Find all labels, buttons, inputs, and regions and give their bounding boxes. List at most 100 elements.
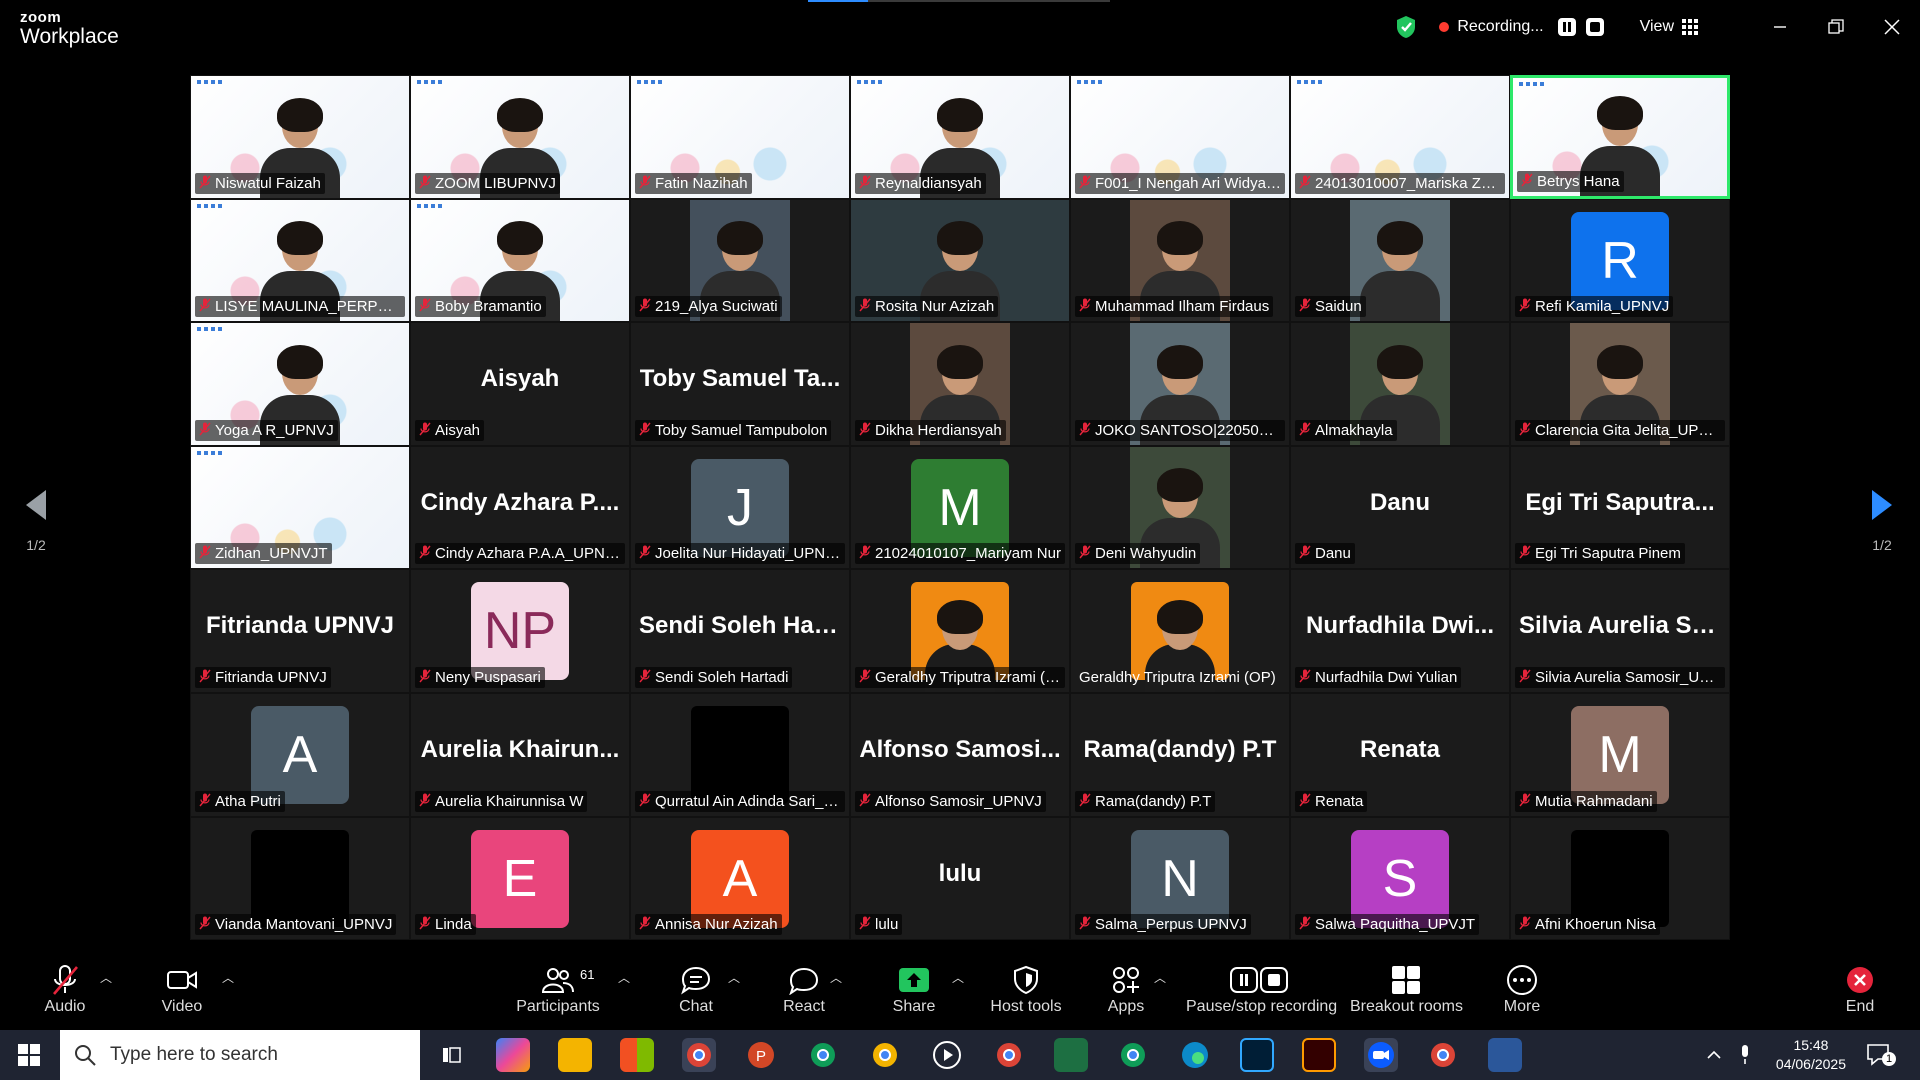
chrome-user-icon[interactable] — [1426, 1038, 1460, 1072]
chat-options-caret[interactable]: ︿ — [728, 969, 740, 986]
participant-tile[interactable]: Renata Renata — [1290, 692, 1510, 817]
participant-tile[interactable]: Yoga A R_UPNVJ — [190, 322, 410, 446]
participant-tile[interactable]: Dikha Herdiansyah — [850, 322, 1070, 446]
participant-tile[interactable]: Betrys Hana — [1510, 75, 1730, 199]
file-explorer-icon[interactable] — [558, 1038, 592, 1072]
participants-button[interactable]: 61 Participants — [512, 963, 604, 1023]
chrome-alt-icon[interactable] — [868, 1038, 902, 1072]
chrome-work-icon[interactable] — [1116, 1038, 1150, 1072]
arrow-right-icon[interactable] — [1870, 488, 1894, 522]
illustrator-icon[interactable] — [1302, 1038, 1336, 1072]
participant-tile[interactable]: Toby Samuel Ta... Toby Samuel Tampubolon — [630, 322, 850, 446]
participant-tile[interactable]: Niswatul Faizah — [190, 75, 410, 199]
minimize-button[interactable] — [1752, 12, 1808, 42]
chrome-icon[interactable] — [992, 1038, 1026, 1072]
react-button[interactable]: React — [782, 963, 826, 1023]
powerpoint-icon[interactable]: P — [744, 1038, 778, 1072]
pause-recording-button[interactable] — [1557, 18, 1576, 36]
participant-tile[interactable]: Geraldhy Triputra Izrami (OP) — [1070, 569, 1290, 693]
participant-tile[interactable]: JOKO SANTOSO|22050101 — [1070, 322, 1290, 446]
chrome-fp-icon[interactable] — [806, 1038, 840, 1072]
participant-tile[interactable]: R Refi Kamila_UPNVJ — [1510, 198, 1730, 323]
participant-tile[interactable]: Qurratul Ain Adinda Sari_UPNVJ — [630, 692, 850, 817]
pause-stop-recording-button[interactable]: Pause/stop recording — [1186, 963, 1337, 1023]
participant-tile[interactable]: A Annisa Nur Azizah — [630, 816, 850, 941]
participant-tile[interactable]: Aisyah Aisyah — [410, 322, 630, 446]
participant-tile[interactable]: Rama(dandy) P.T Rama(dandy) P.T — [1070, 692, 1290, 817]
edge-icon[interactable] — [1178, 1038, 1212, 1072]
notifications-button[interactable]: 1 — [1866, 1042, 1896, 1071]
media-player-icon[interactable] — [930, 1038, 964, 1072]
participant-tile[interactable]: Afni Khoerun Nisa — [1510, 816, 1730, 941]
taskbar-clock[interactable]: 15:48 04/06/2025 — [1776, 1036, 1846, 1074]
participant-tile[interactable]: lulu lulu — [850, 816, 1070, 941]
participant-tile[interactable]: N Salma_Perpus UPNVJ — [1070, 816, 1290, 941]
participant-tile[interactable]: ZOOM LIBUPNVJ — [410, 75, 630, 199]
previous-page-nav[interactable]: 1/2 — [16, 488, 56, 553]
next-page-nav[interactable]: 1/2 — [1862, 488, 1902, 553]
share-button[interactable]: Share — [892, 963, 936, 1023]
participant-tile[interactable]: Nurfadhila Dwi... Nurfadhila Dwi Yulian — [1290, 569, 1510, 693]
participant-tile[interactable]: 24013010007_Mariska Zahra — [1290, 75, 1510, 199]
participants-options-caret[interactable]: ︿ — [618, 969, 630, 986]
participant-tile[interactable]: 219_Alya Suciwati — [630, 198, 850, 323]
video-button[interactable]: Video — [152, 963, 212, 1023]
chat-button[interactable]: Chat — [676, 963, 716, 1023]
participant-tile[interactable]: J Joelita Nur Hidayati_UPNVJ — [630, 445, 850, 570]
participant-tile[interactable]: A Atha Putri — [190, 692, 410, 817]
participant-tile[interactable]: Saidun — [1290, 198, 1510, 323]
host-tools-button[interactable]: Host tools — [990, 963, 1062, 1023]
arrow-left-icon[interactable] — [24, 488, 48, 522]
participant-tile[interactable]: Reynaldiansyah — [850, 75, 1070, 199]
video-options-caret[interactable]: ︿ — [222, 969, 234, 986]
participant-tile[interactable]: Zidhan_UPNVJT — [190, 445, 410, 570]
share-options-caret[interactable]: ︿ — [952, 969, 964, 986]
restore-button[interactable] — [1808, 12, 1864, 42]
participant-tile[interactable]: NP Neny Puspasari — [410, 569, 630, 693]
participant-tile[interactable]: LISYE MAULINA_PERPUSTAKAAN — [190, 198, 410, 323]
participant-tile[interactable]: M Mutia Rahmadani — [1510, 692, 1730, 817]
participant-tile[interactable]: F001_I Nengah Ari Widyatmika — [1070, 75, 1290, 199]
participant-tile[interactable]: Aurelia Khairun... Aurelia Khairunnisa W — [410, 692, 630, 817]
copilot-icon[interactable] — [496, 1038, 530, 1072]
participant-tile[interactable]: Almakhayla — [1290, 322, 1510, 446]
microsoft-store-icon[interactable] — [620, 1038, 654, 1072]
participant-tile[interactable]: M 21024010107_Mariyam Nur — [850, 445, 1070, 570]
more-button[interactable]: More — [1502, 963, 1542, 1023]
participant-tile[interactable]: Geraldhy Triputra Izrami (HP) — [850, 569, 1070, 693]
participant-tile[interactable]: Muhammad Ilham Firdaus — [1070, 198, 1290, 323]
end-meeting-button[interactable]: End — [1842, 963, 1878, 1023]
participant-tile[interactable]: Boby Bramantio — [410, 198, 630, 323]
participant-tile[interactable]: Clarencia Gita Jelita_UPNVJ — [1510, 322, 1730, 446]
participant-tile[interactable]: Fitrianda UPNVJ Fitrianda UPNVJ — [190, 569, 410, 693]
apps-options-caret[interactable]: ︿ — [1154, 969, 1166, 986]
audio-button[interactable]: Audio — [36, 963, 94, 1023]
view-button[interactable]: View — [1640, 18, 1674, 36]
stop-recording-button[interactable] — [1585, 18, 1604, 36]
windows-start-icon[interactable] — [18, 1044, 40, 1066]
word-icon[interactable] — [1488, 1038, 1522, 1072]
participant-tile[interactable]: Deni Wahyudin — [1070, 445, 1290, 570]
participant-tile[interactable]: Sendi Soleh Har... Sendi Soleh Hartadi — [630, 569, 850, 693]
task-view-icon[interactable] — [434, 1038, 468, 1072]
participant-tile[interactable]: Alfonso Samosi... Alfonso Samosir_UPNVJ — [850, 692, 1070, 817]
zoom-taskbar-icon[interactable] — [1364, 1038, 1398, 1072]
participant-tile[interactable]: Rosita Nur Azizah — [850, 198, 1070, 323]
participant-tile[interactable]: E Linda — [410, 816, 630, 941]
breakout-rooms-button[interactable]: Breakout rooms — [1350, 963, 1463, 1023]
audio-options-caret[interactable]: ︿ — [100, 969, 112, 986]
photoshop-icon[interactable] — [1240, 1038, 1274, 1072]
participant-tile[interactable]: Fatin Nazihah — [630, 75, 850, 199]
tray-microphone-icon[interactable] — [1738, 1044, 1752, 1066]
apps-button[interactable]: Apps — [1106, 963, 1146, 1023]
grid-view-icon[interactable] — [1682, 19, 1698, 35]
participant-tile[interactable]: Egi Tri Saputra... Egi Tri Saputra Pinem — [1510, 445, 1730, 570]
close-window-button[interactable] — [1864, 12, 1920, 42]
excel-icon[interactable] — [1054, 1038, 1088, 1072]
taskbar-search-input[interactable]: Type here to search — [60, 1030, 420, 1080]
participant-tile[interactable]: S Salwa Paquitha_UPVJT — [1290, 816, 1510, 941]
participant-tile[interactable]: Danu Danu — [1290, 445, 1510, 570]
participant-tile[interactable]: Cindy Azhara P.... Cindy Azhara P.A.A_UPN… — [410, 445, 630, 570]
react-options-caret[interactable]: ︿ — [830, 969, 842, 986]
tray-chevron-up-icon[interactable] — [1706, 1047, 1722, 1063]
